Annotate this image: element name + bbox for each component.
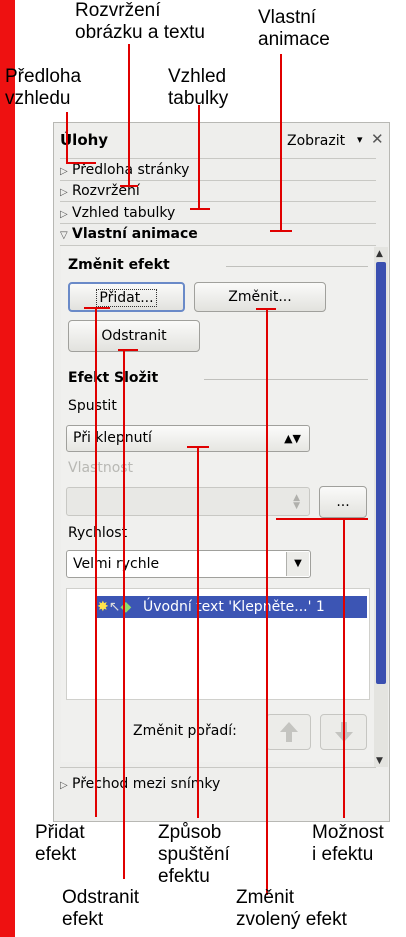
pointer-line [95,307,97,817]
deck-slide-transition[interactable]: ▷ Přechod mezi snímky [60,774,376,794]
view-menu-arrow-icon[interactable]: ▾ [357,133,363,146]
speed-value: Velmi rychle [73,556,160,572]
view-menu-button[interactable]: Zobrazit [287,133,345,149]
expand-triangle-icon: ▷ [60,209,68,220]
deck-label: Vzhled tabulky [72,205,176,221]
pointer-line [198,105,200,209]
deck-table-design[interactable]: ▷ Vzhled tabulky [60,203,376,223]
callout-master-pages: Předloha vzhledu [5,66,82,109]
updown-arrows-icon: ▲▼ [293,493,300,511]
expand-triangle-icon: ▷ [60,166,68,177]
mouse-pointer-icon: ↖ [108,599,121,615]
pointer-line [118,349,138,351]
callout-remove-effect: Odstranit efekt [62,887,140,930]
pointer-line [190,208,210,210]
deck-label: Vlastní animace [72,226,198,242]
divider [60,767,376,768]
close-icon[interactable]: ✕ [371,130,384,148]
pointer-line [270,230,292,232]
updown-arrows-icon: ▲▼ [284,432,301,445]
start-label: Spustit [68,398,117,414]
expand-triangle-icon: ▷ [60,780,68,791]
pointer-line [84,307,110,309]
section-effect: Efekt Složit [68,370,159,386]
collapse-triangle-icon: ▽ [60,230,68,241]
pointer-line [280,54,282,231]
pointer-line [66,162,96,164]
callout-layout-image-text: Rozvržení obrázku a textu [75,0,205,43]
deck-custom-animation[interactable]: ▽ Vlastní animace [60,224,376,244]
section-rule [204,379,368,380]
pointer-line [123,349,125,879]
deck-layouts[interactable]: ▷ Rozvržení [60,181,376,201]
pointer-line [120,185,138,187]
callout-custom-animation: Vlastní animace [258,7,330,50]
callout-table-design: Vzhled tabulky [168,66,229,109]
pointer-line [197,446,199,818]
speed-dropdown[interactable]: Velmi rychle ▼ [66,550,311,578]
effect-item-label: Úvodní text 'Klepněte...' 1 [143,599,325,615]
speed-label: Rychlost [68,525,128,541]
callout-add-effect: Přidat efekt [35,822,85,865]
scroll-up-icon[interactable]: ▲ [376,249,383,259]
section-modify-effect: Změnit efekt [68,257,170,273]
pointer-line [266,308,268,895]
pointer-line [66,112,68,164]
arrow-up-icon [279,722,298,742]
section-rule [226,266,368,267]
change-order-label: Změnit pořadí: [133,723,237,739]
callout-change-effect: Změnit zvolený efekt [236,887,347,930]
remove-effect-button[interactable]: Odstranit [68,320,200,352]
pointer-line [128,44,130,187]
left-red-bar [0,0,15,937]
expand-triangle-icon: ▷ [60,187,68,198]
pointer-line [343,518,345,818]
deck-master-pages[interactable]: ▷ Předloha stránky [60,160,376,180]
start-value: Při klepnutí [73,430,152,446]
callout-start-method: Způsob spuštění efektu [158,822,230,887]
effect-options-button[interactable]: ... [319,486,367,518]
divider [60,201,376,202]
add-effect-label: Přidat... [96,289,157,307]
sparkle-icon: ✸ [97,599,109,615]
pointer-line [276,518,368,520]
scroll-down-icon[interactable]: ▼ [376,756,383,766]
callout-effect-options: Možnost i efektu [312,822,384,865]
divider [60,158,376,159]
property-dropdown: ▲ ▼ [66,487,310,516]
scrollbar-thumb[interactable] [376,262,386,684]
move-up-button [266,714,311,750]
effect-list-item[interactable]: ✸↖◆ Úvodní text 'Klepněte...' 1 [97,596,367,618]
dropdown-arrow-icon: ▼ [286,552,309,576]
deck-label: Předloha stránky [72,162,190,178]
